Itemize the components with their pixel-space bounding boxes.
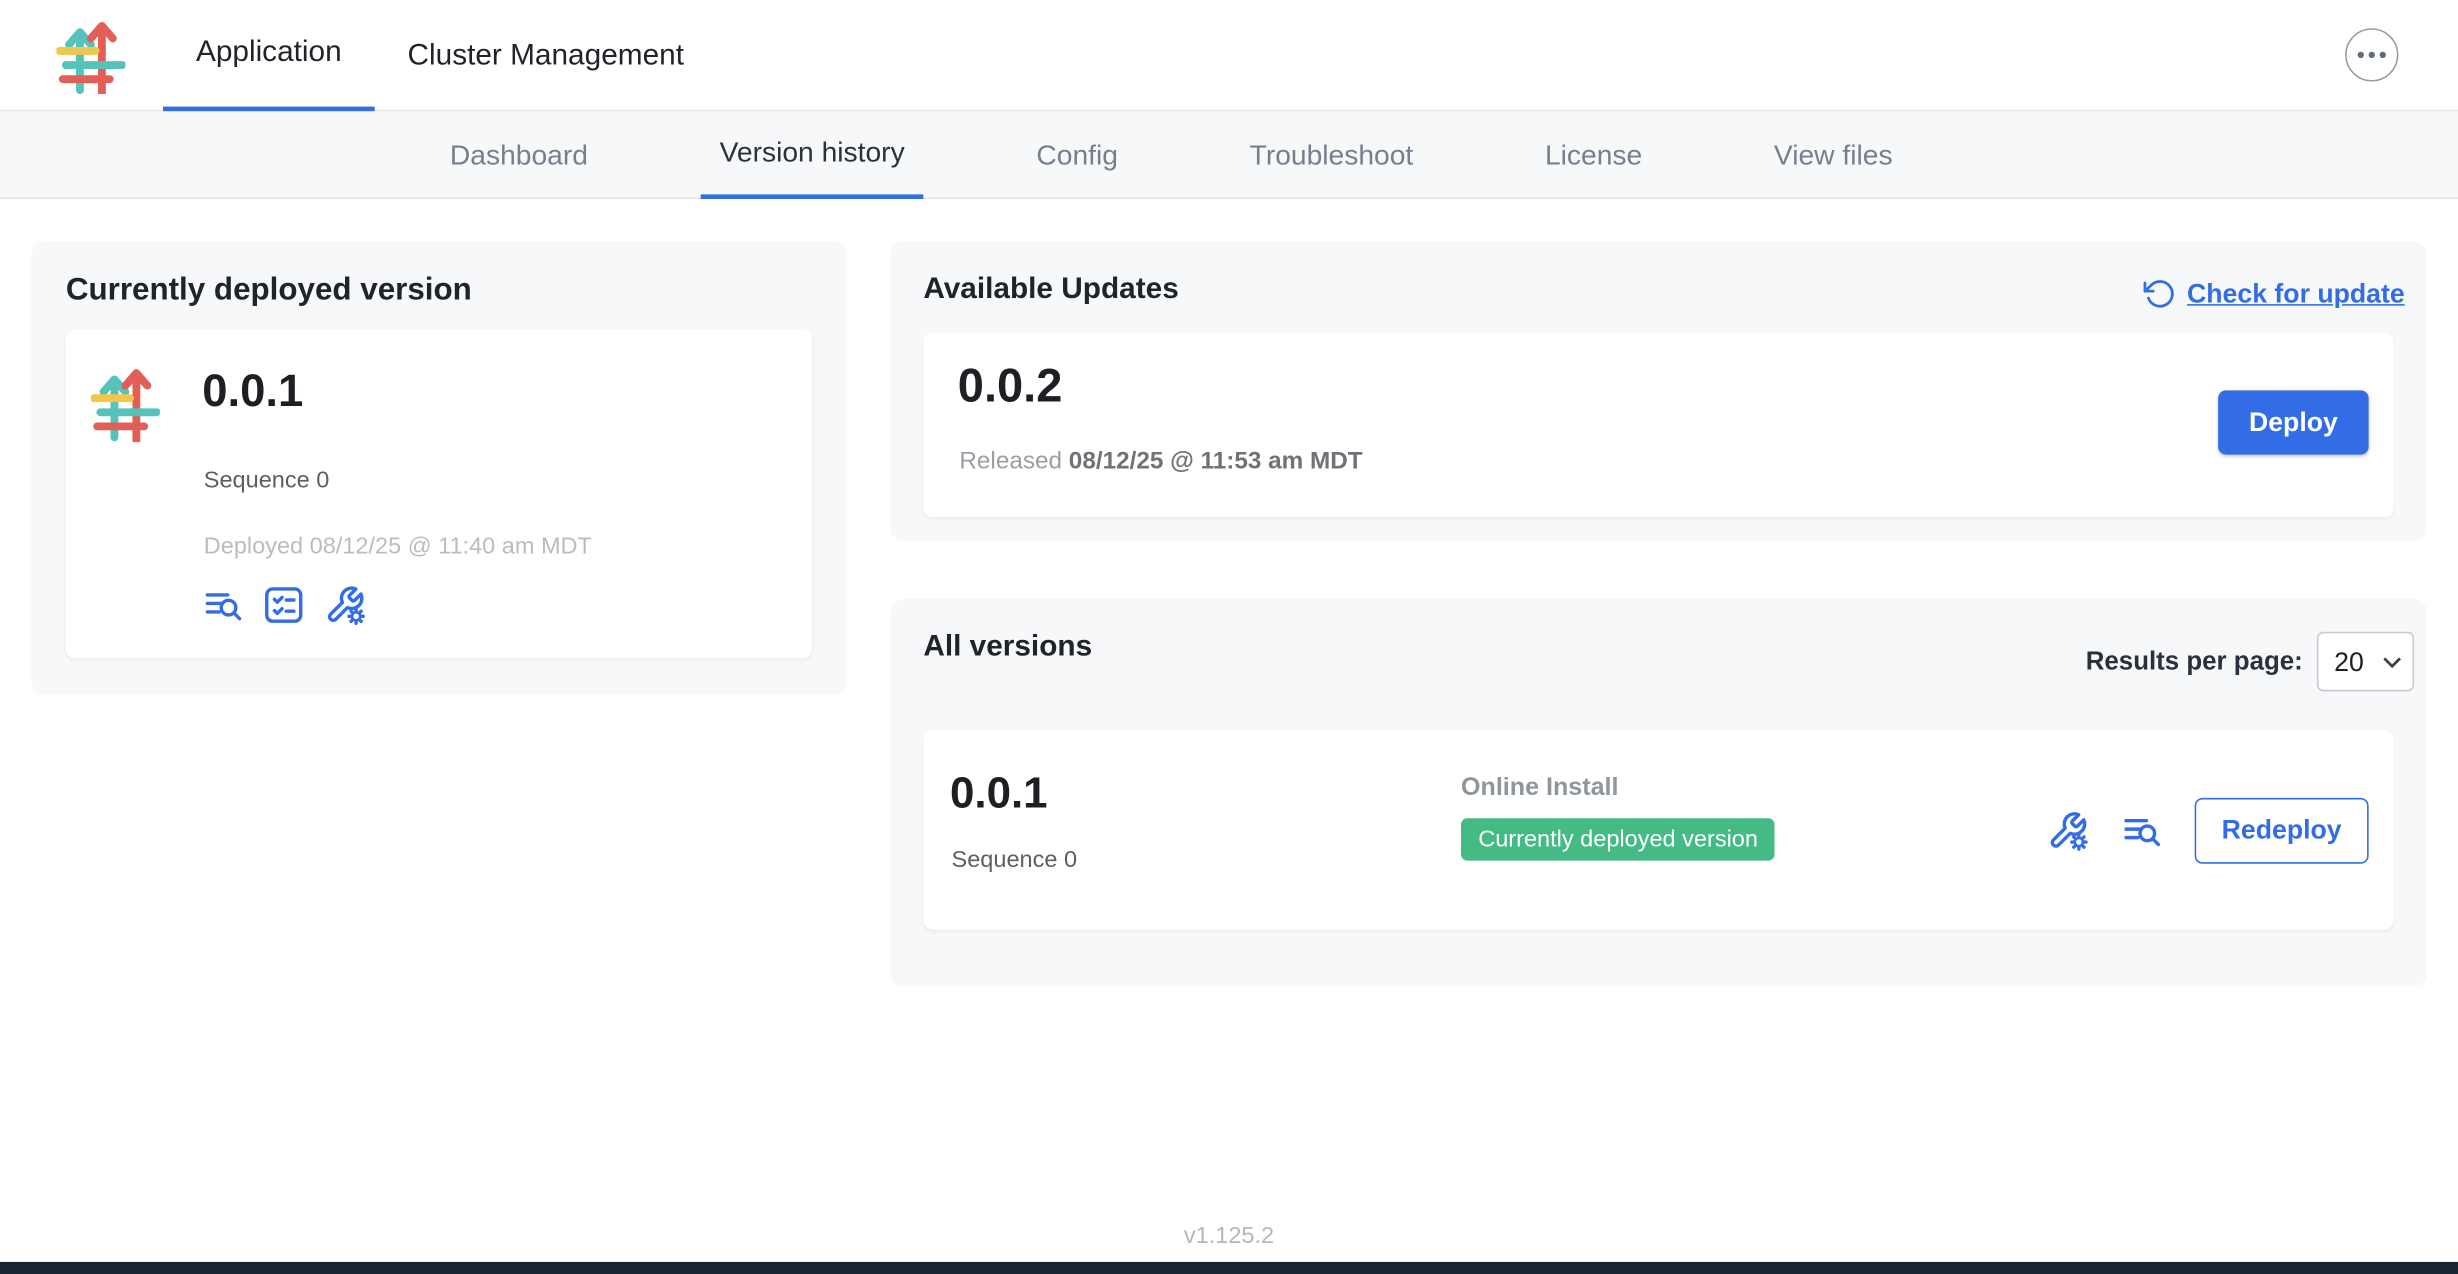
release-notes-button[interactable] — [202, 585, 243, 626]
top-header: Application Cluster Management — [0, 0, 2458, 111]
tab-application[interactable]: Application — [163, 0, 375, 111]
row-version-number: 0.0.1 — [950, 768, 1048, 818]
all-versions-title: All versions — [923, 630, 1092, 664]
ellipsis-icon — [2358, 52, 2364, 58]
deployed-action-icons — [202, 585, 365, 626]
results-per-page-label: Results per page: — [2086, 647, 2303, 677]
released-timestamp: Released 08/12/25 @ 11:53 am MDT — [959, 448, 1362, 476]
lines-magnifier-icon — [202, 585, 243, 626]
currently-deployed-badge: Currently deployed version — [1461, 818, 1775, 860]
wrench-gear-icon — [2047, 810, 2088, 851]
install-type-label: Online Install — [1461, 774, 1618, 802]
tab-cluster-management[interactable]: Cluster Management — [375, 0, 717, 111]
available-updates-title: Available Updates — [923, 273, 1178, 307]
deployed-version-number: 0.0.1 — [202, 367, 303, 419]
deploy-button[interactable]: Deploy — [2218, 390, 2368, 454]
page-size-select[interactable]: 20 — [2317, 632, 2414, 692]
main-content: Currently deployed version 0.0.1 Sequenc… — [0, 199, 2458, 1274]
preflight-checks-button[interactable] — [263, 585, 304, 626]
app-logo-icon — [91, 364, 160, 442]
deployed-sequence-label: Sequence 0 — [204, 467, 330, 494]
subnav-item-license[interactable]: License — [1526, 111, 1661, 199]
subnav-item-troubleshoot[interactable]: Troubleshoot — [1231, 111, 1432, 199]
wrench-gear-icon — [324, 585, 365, 626]
subnav-item-dashboard[interactable]: Dashboard — [431, 111, 607, 199]
subnav-item-version-history[interactable]: Version history — [701, 111, 924, 199]
row-actions: Redeploy — [2047, 731, 2368, 930]
check-for-update-label: Check for update — [2187, 278, 2405, 309]
version-row: 0.0.1 Sequence 0 Online Install Currentl… — [923, 731, 2393, 930]
row-sequence-label: Sequence 0 — [952, 847, 1078, 874]
app-subnav: Dashboard Version history Config Trouble… — [0, 111, 2458, 199]
header-tabs: Application Cluster Management — [163, 0, 717, 111]
check-for-update-link[interactable]: Check for update — [2143, 277, 2405, 310]
release-notes-button[interactable] — [2121, 810, 2162, 851]
currently-deployed-card: Currently deployed version 0.0.1 Sequenc… — [31, 241, 846, 694]
update-row: 0.0.2 Released 08/12/25 @ 11:53 am MDT D… — [923, 332, 2393, 517]
all-versions-card: All versions Results per page: 20 0.0.1 … — [890, 599, 2426, 986]
deployed-version-panel: 0.0.1 Sequence 0 Deployed 08/12/25 @ 11:… — [66, 329, 812, 658]
edit-config-button[interactable] — [324, 585, 365, 626]
checklist-icon — [263, 585, 304, 626]
subnav-item-config[interactable]: Config — [1018, 111, 1137, 199]
console-version-label: v1.125.2 — [0, 1223, 2458, 1250]
edit-config-button[interactable] — [2047, 810, 2088, 851]
lines-magnifier-icon — [2121, 810, 2162, 851]
update-version-number: 0.0.2 — [958, 361, 1063, 414]
deployed-timestamp: Deployed 08/12/25 @ 11:40 am MDT — [204, 533, 592, 560]
bottom-bar — [0, 1262, 2458, 1274]
page: Application Cluster Management Dashboard… — [0, 0, 2458, 1274]
available-updates-card: Available Updates Check for update 0.0.2… — [890, 241, 2426, 540]
subnav-item-view-files[interactable]: View files — [1755, 111, 1911, 199]
results-per-page-control: Results per page: 20 — [2086, 632, 2414, 692]
deployed-card-title: Currently deployed version — [66, 273, 472, 309]
refresh-icon — [2143, 277, 2176, 310]
app-logo-icon — [56, 17, 125, 94]
redeploy-button[interactable]: Redeploy — [2195, 797, 2369, 863]
overflow-menu-button[interactable] — [2345, 28, 2398, 81]
